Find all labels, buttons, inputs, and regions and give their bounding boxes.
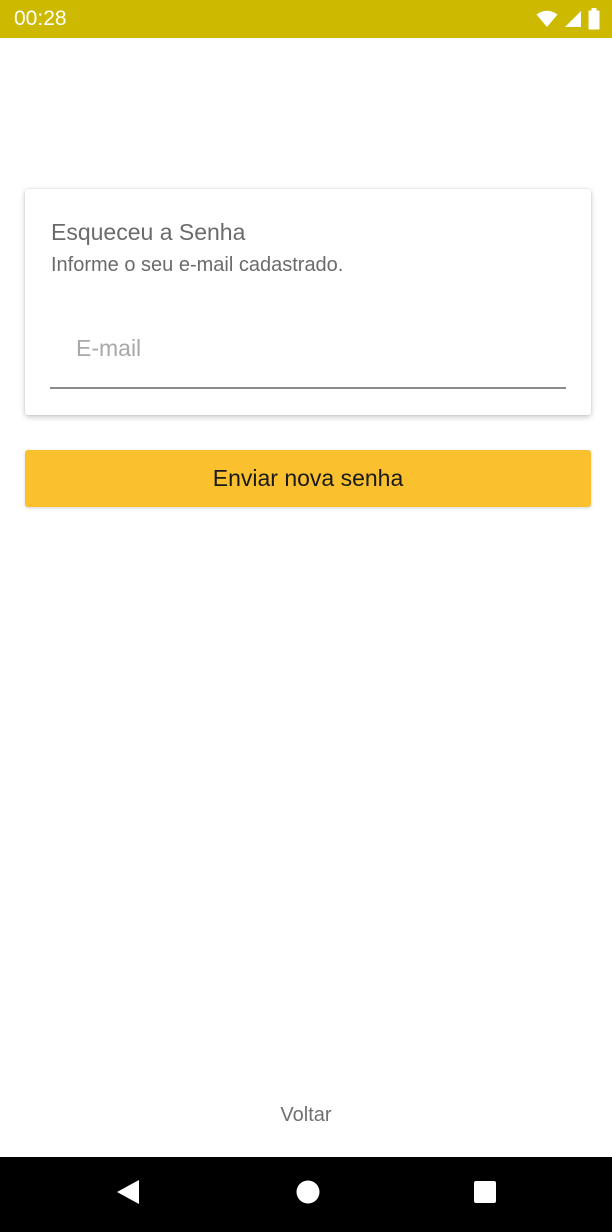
status-icons [536, 8, 600, 30]
forgot-password-card: Esqueceu a Senha Informe o seu e-mail ca… [25, 189, 591, 415]
nav-recents-button[interactable] [445, 1157, 525, 1232]
battery-icon [588, 8, 600, 30]
card-title: Esqueceu a Senha [51, 219, 246, 245]
home-icon [296, 1180, 320, 1209]
status-time: 00:28 [14, 7, 67, 30]
nav-home-button[interactable] [268, 1157, 348, 1232]
send-new-password-button[interactable]: Enviar nova senha [25, 450, 591, 507]
recents-icon [473, 1180, 497, 1209]
wifi-icon [536, 10, 558, 28]
email-field[interactable] [50, 319, 566, 389]
card-subtitle: Informe o seu e-mail cadastrado. [51, 254, 344, 276]
back-link[interactable]: Voltar [0, 1104, 612, 1127]
back-icon [115, 1178, 141, 1211]
navigation-bar [0, 1157, 612, 1232]
nav-back-button[interactable] [88, 1157, 168, 1232]
status-bar: 00:28 [0, 0, 612, 38]
signal-icon [564, 10, 582, 28]
